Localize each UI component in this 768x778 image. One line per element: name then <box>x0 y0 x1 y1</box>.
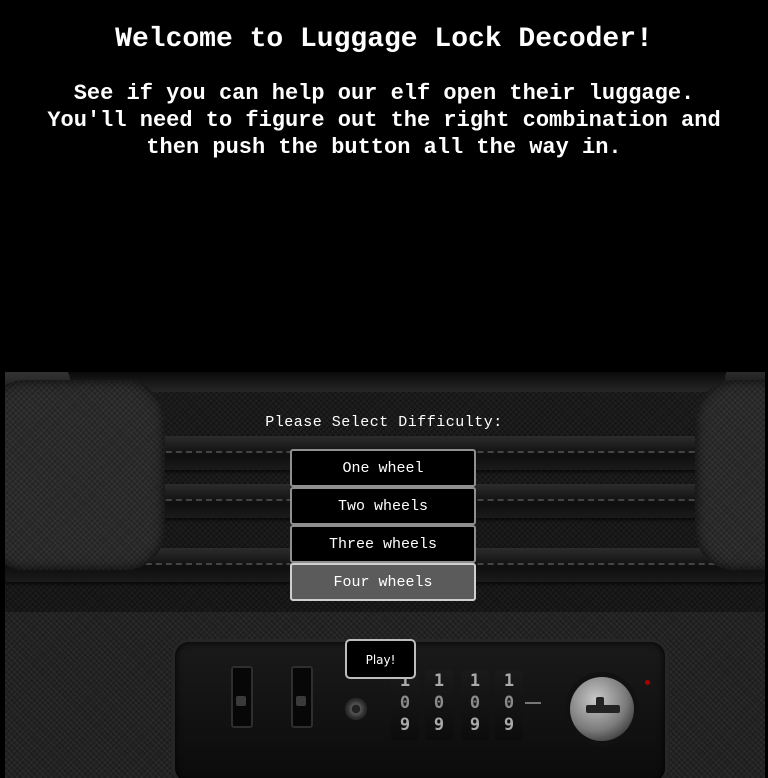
wheel-digit: 1 <box>469 671 481 691</box>
luggage-panel-left <box>5 380 165 570</box>
intro-line-1: See if you can help our elf open their l… <box>73 81 695 106</box>
arrow-icon <box>525 702 541 704</box>
three-wheels-button[interactable]: Three wheels <box>290 525 476 563</box>
wheel-digit: 0 <box>503 693 515 713</box>
indicator-dot <box>645 680 650 685</box>
lock-wheel-1: 1 0 9 <box>391 670 419 740</box>
wheel-digit: 9 <box>503 715 515 735</box>
luggage-panel-right <box>695 380 765 570</box>
one-wheel-button[interactable]: One wheel <box>290 449 476 487</box>
wheel-digit: 9 <box>433 715 445 735</box>
page-title: Welcome to Luggage Lock Decoder! <box>115 24 653 55</box>
difficulty-label: Please Select Difficulty: <box>265 414 503 431</box>
wheel-digit: 0 <box>469 693 481 713</box>
wheel-digit: 1 <box>433 671 445 691</box>
keyhole-icon <box>570 677 634 741</box>
lock-wheel-2: 1 0 9 <box>425 670 453 740</box>
wheel-digit: 9 <box>399 715 411 735</box>
four-wheels-button[interactable]: Four wheels <box>290 563 476 601</box>
play-button[interactable]: Play! <box>345 639 416 679</box>
two-wheels-button[interactable]: Two wheels <box>290 487 476 525</box>
lock-wheel-4: 1 0 9 <box>495 670 523 740</box>
intro-line-2: You'll need to figure out the right comb… <box>47 108 721 133</box>
wheel-digit: 9 <box>469 715 481 735</box>
intro-line-3: then push the button all the way in. <box>146 135 622 160</box>
wheel-digit: 0 <box>399 693 411 713</box>
wheel-digit: 0 <box>433 693 445 713</box>
lock-slot-left <box>231 666 253 728</box>
screw-icon <box>345 698 367 720</box>
combination-lock: 1 0 9 1 0 9 1 0 9 1 0 9 <box>175 642 665 778</box>
wheel-digit: 1 <box>503 671 515 691</box>
lock-slot-right <box>291 666 313 728</box>
lock-wheel-3: 1 0 9 <box>461 670 489 740</box>
